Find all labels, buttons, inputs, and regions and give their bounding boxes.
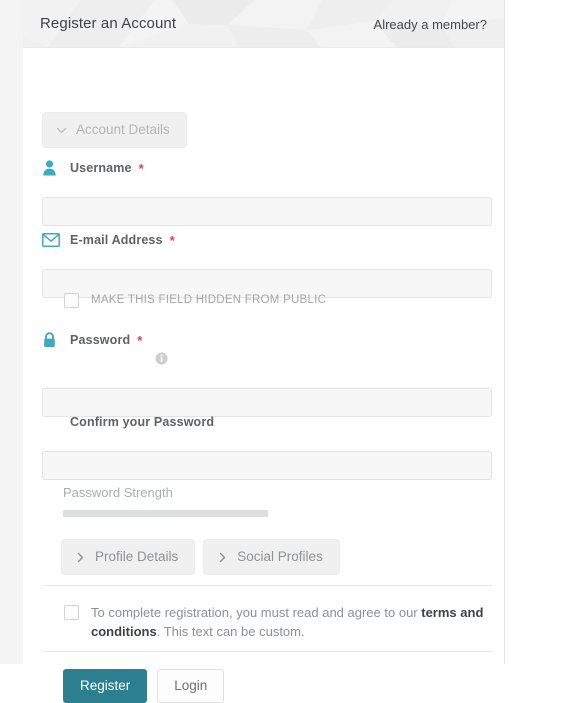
registration-page: Register an Account Already a member? Ac… bbox=[0, 0, 577, 703]
field-group-email: E-mail Address * bbox=[42, 230, 492, 298]
accordion-label-profile-details: Profile Details bbox=[95, 549, 179, 564]
terms-checkbox-row: To complete registration, you must read … bbox=[64, 603, 491, 641]
terms-text: To complete registration, you must read … bbox=[91, 603, 491, 641]
envelope-icon bbox=[42, 230, 64, 250]
chevron-right-icon bbox=[217, 552, 228, 563]
register-card: Register an Account Already a member? Ac… bbox=[23, 0, 505, 703]
password-label-row: Password * bbox=[42, 330, 492, 350]
password-strength-bar bbox=[63, 510, 268, 517]
email-required-marker: * bbox=[169, 232, 175, 248]
accordion-toggle-profile-details[interactable]: Profile Details bbox=[61, 539, 196, 575]
terms-text-before: To complete registration, you must read … bbox=[91, 605, 422, 620]
chevron-right-icon bbox=[75, 552, 86, 563]
login-button[interactable]: Login bbox=[157, 669, 225, 703]
page-title: Register an Account bbox=[40, 15, 177, 32]
username-required-marker: * bbox=[138, 160, 144, 176]
username-label-row: Username * bbox=[42, 158, 492, 178]
lock-icon bbox=[42, 330, 64, 350]
form-actions: Register Login bbox=[63, 669, 225, 703]
accordion-label-social-profiles: Social Profiles bbox=[237, 549, 323, 564]
email-label: E-mail Address bbox=[70, 233, 163, 247]
info-icon[interactable] bbox=[155, 352, 168, 365]
secondary-accordions: Profile Details Social Profiles bbox=[61, 539, 340, 575]
divider-above-terms bbox=[42, 585, 492, 586]
username-input[interactable] bbox=[42, 197, 492, 226]
email-label-row: E-mail Address * bbox=[42, 230, 492, 250]
terms-text-after: . This text can be custom. bbox=[156, 624, 305, 639]
email-hidden-checkbox-label: MAKE THIS FIELD HIDDEN FROM PUBLIC bbox=[91, 294, 327, 306]
field-group-username: Username * bbox=[42, 158, 492, 226]
password-strength-label: Password Strength bbox=[63, 485, 173, 500]
email-hidden-checkbox-row: MAKE THIS FIELD HIDDEN FROM PUBLIC bbox=[64, 293, 326, 308]
username-label: Username bbox=[70, 161, 132, 175]
page-left-gutter bbox=[0, 0, 23, 664]
email-hidden-checkbox[interactable] bbox=[64, 293, 79, 308]
confirm-password-input[interactable] bbox=[42, 451, 492, 480]
chevron-down-icon bbox=[56, 125, 67, 136]
accordion-toggle-social-profiles[interactable]: Social Profiles bbox=[203, 539, 340, 575]
user-icon bbox=[42, 158, 64, 178]
confirm-password-label-row: Confirm your Password bbox=[42, 412, 492, 432]
password-required-marker: * bbox=[137, 332, 143, 348]
divider-above-actions bbox=[42, 651, 492, 652]
field-group-confirm-password: Confirm your Password bbox=[42, 412, 492, 480]
accordion-toggle-account-details[interactable]: Account Details bbox=[42, 112, 187, 148]
terms-checkbox[interactable] bbox=[64, 605, 79, 620]
confirm-password-label: Confirm your Password bbox=[70, 415, 215, 429]
account-details-accordion: Account Details bbox=[42, 112, 187, 148]
accordion-label-account-details: Account Details bbox=[76, 122, 170, 137]
register-button[interactable]: Register bbox=[63, 669, 148, 703]
password-label: Password bbox=[70, 333, 131, 347]
already-a-member-link[interactable]: Already a member? bbox=[374, 17, 487, 33]
card-header: Register an Account Already a member? bbox=[23, 0, 504, 48]
field-group-password: Password * bbox=[42, 330, 492, 417]
